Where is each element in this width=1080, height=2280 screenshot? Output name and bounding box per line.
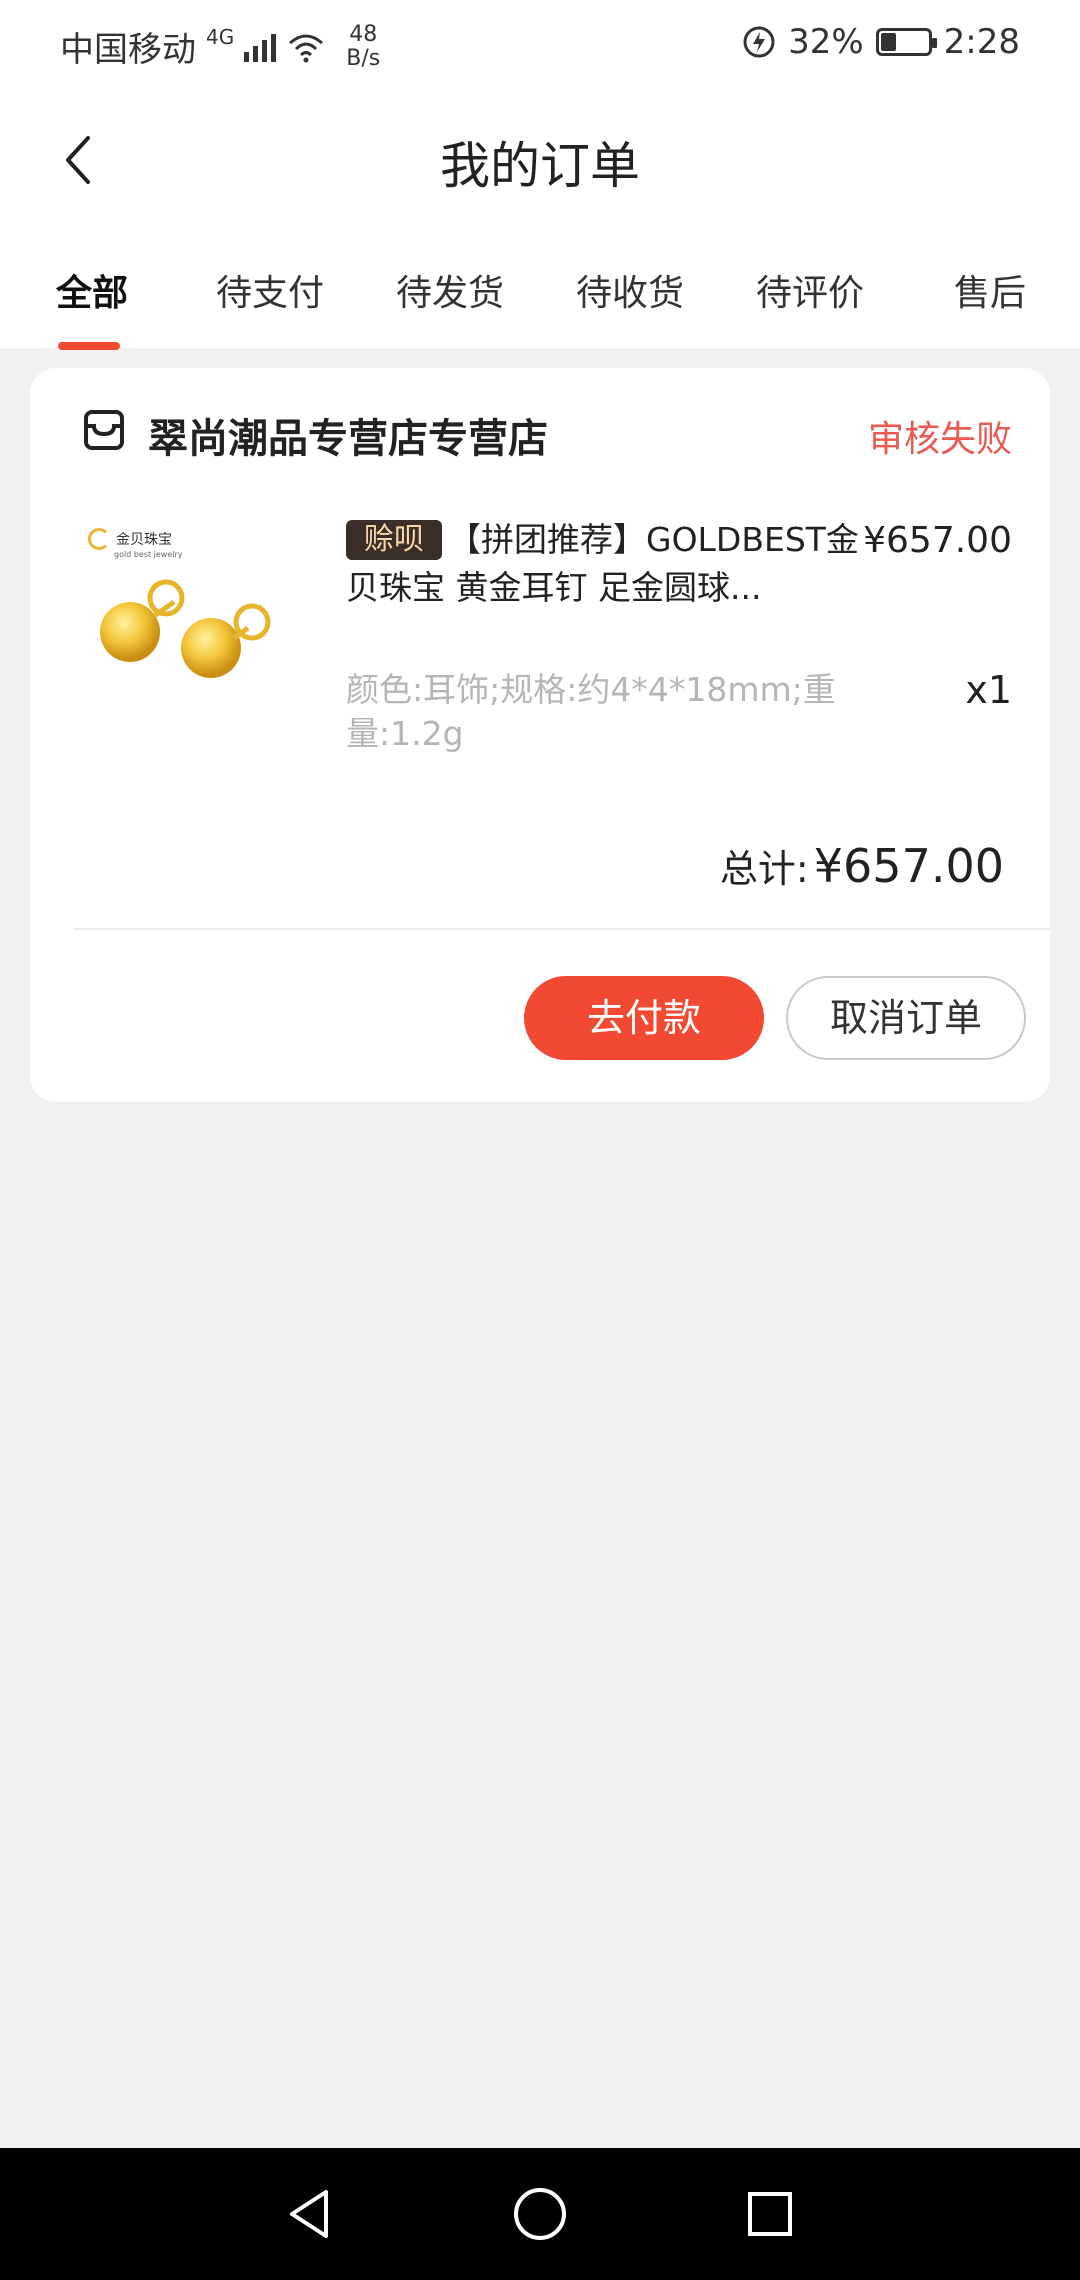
credit-tag: 赊呗 bbox=[346, 520, 442, 560]
tab-after-sales[interactable]: 售后 bbox=[954, 264, 1026, 316]
cancel-order-button[interactable]: 取消订单 bbox=[786, 976, 1026, 1060]
gold-earring-image bbox=[100, 579, 271, 678]
page-title: 我的订单 bbox=[440, 137, 640, 195]
status-left: 中国移动 4G 48 B/s bbox=[60, 22, 380, 71]
product-image[interactable]: 金贝珠宝 gold best jewelry bbox=[74, 520, 338, 740]
square-recent-icon[interactable] bbox=[740, 2184, 800, 2244]
pay-button[interactable]: 去付款 bbox=[524, 976, 764, 1060]
product-spec: 颜色:耳饰;规格:约4*4*18mm;重量:1.2g bbox=[346, 670, 836, 753]
app-header: 我的订单 bbox=[0, 92, 1080, 222]
circle-home-icon[interactable] bbox=[510, 2184, 570, 2244]
triangle-back-icon[interactable] bbox=[280, 2184, 340, 2244]
system-nav-bar bbox=[0, 2148, 1080, 2280]
status-right: 32% 2:28 bbox=[742, 22, 1020, 62]
total-label: 总计: bbox=[719, 847, 809, 891]
signal-icon bbox=[244, 32, 277, 62]
store-icon bbox=[84, 410, 124, 450]
tab-pending-shipment[interactable]: 待发货 bbox=[396, 264, 504, 316]
order-total: 总计: ¥657.00 bbox=[720, 838, 1004, 893]
product-price: ¥657.00 bbox=[863, 520, 1012, 561]
divider bbox=[74, 928, 1050, 930]
speed-value: 48 bbox=[349, 21, 378, 47]
product-title-block[interactable]: 赊呗 【拼团推荐】GOLDBEST金贝珠宝 黄金耳钉 足金圆球... bbox=[346, 516, 874, 612]
battery-percent: 32% bbox=[788, 22, 864, 62]
speed-unit: B/s bbox=[346, 45, 381, 71]
shop-name[interactable]: 翠尚潮品专营店专营店 bbox=[148, 406, 548, 464]
tab-all[interactable]: 全部 bbox=[56, 264, 128, 316]
battery-icon bbox=[875, 28, 937, 56]
battery-fill bbox=[880, 33, 896, 51]
tab-pending-payment[interactable]: 待支付 bbox=[216, 264, 324, 316]
product-quantity: x1 bbox=[965, 668, 1012, 712]
charging-icon bbox=[743, 26, 775, 58]
network-type: 4G bbox=[206, 24, 235, 49]
carrier-name: 中国移动 bbox=[60, 30, 196, 70]
order-card[interactable]: 翠尚潮品专营店专营店 审核失败 金贝珠宝 gold best jewelry 赊… bbox=[30, 368, 1050, 1102]
tab-pending-receipt[interactable]: 待收货 bbox=[576, 264, 684, 316]
wifi-icon bbox=[289, 34, 324, 62]
tab-pending-review[interactable]: 待评价 bbox=[756, 264, 864, 316]
clock: 2:28 bbox=[943, 22, 1020, 62]
total-value: ¥657.00 bbox=[813, 839, 1004, 893]
network-speed: 48 B/s bbox=[346, 21, 381, 71]
order-status: 审核失败 bbox=[867, 419, 1012, 460]
status-bar: 中国移动 4G 48 B/s 32% 2:28 bbox=[0, 0, 1080, 92]
active-tab-indicator bbox=[58, 342, 120, 350]
order-tabs: 全部 待支付 待发货 待收货 待评价 售后 bbox=[0, 222, 1080, 350]
